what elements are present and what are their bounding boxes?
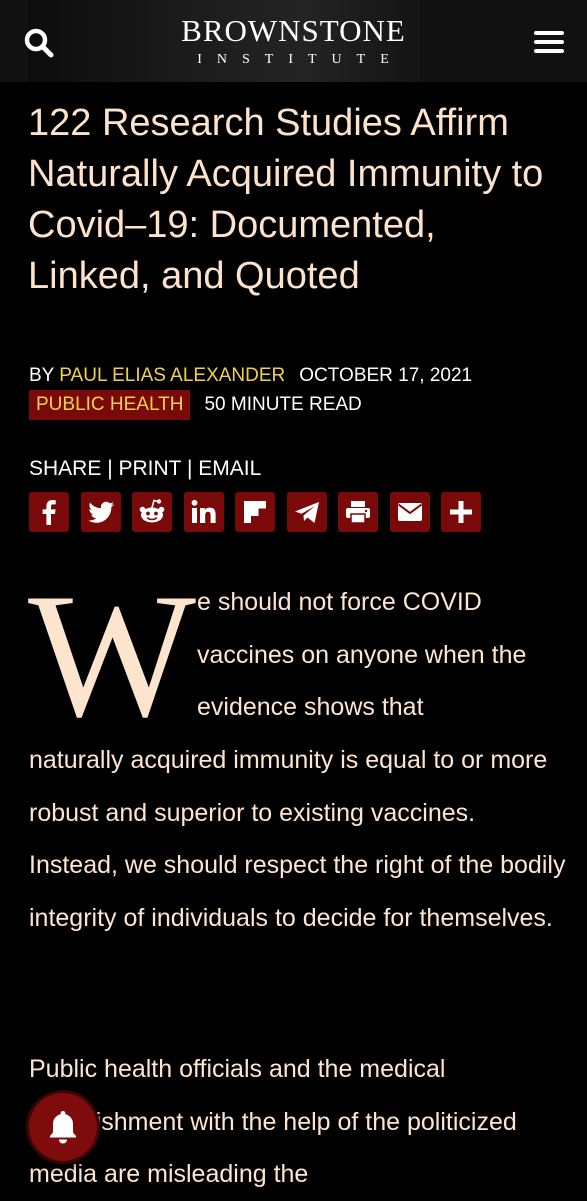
email-icon — [397, 503, 422, 521]
print-button[interactable] — [338, 492, 378, 532]
logo-sub-text: INSTITUTE — [197, 52, 404, 67]
share-link[interactable]: SHARE — [29, 457, 101, 480]
notification-bell-button[interactable] — [29, 1093, 97, 1161]
share-reddit-button[interactable] — [132, 492, 172, 532]
paragraph-2: Public health officials and the medical … — [29, 1055, 517, 1188]
author-link[interactable]: PAUL ELIAS ALEXANDER — [59, 365, 285, 386]
hamburger-menu-icon — [534, 31, 564, 53]
site-logo[interactable]: BROWNSTONE INSTITUTE — [140, 14, 447, 69]
twitter-icon — [87, 501, 114, 523]
telegram-icon — [294, 502, 319, 523]
separator: | — [101, 457, 119, 480]
paragraph-1-continued: naturally acquired immunity is equal to … — [29, 746, 566, 932]
facebook-icon — [42, 500, 56, 525]
print-icon — [346, 501, 370, 524]
more-share-button[interactable] — [441, 492, 481, 532]
share-linkedin-button[interactable] — [183, 492, 224, 532]
read-time: 50 MINUTE READ — [204, 394, 362, 415]
site-header: BROWNSTONE INSTITUTE — [0, 0, 587, 82]
menu-button[interactable] — [532, 28, 566, 56]
flipboard-icon — [244, 501, 266, 523]
drop-cap: W — [28, 556, 197, 754]
email-link[interactable]: EMAIL — [198, 457, 261, 480]
email-button[interactable] — [389, 492, 430, 532]
share-flipboard-button[interactable] — [235, 492, 275, 532]
by-label: BY — [29, 365, 60, 386]
bell-icon — [50, 1111, 76, 1144]
share-facebook-button[interactable] — [29, 492, 69, 532]
paragraph-1-opening: e should not force COVID vaccines on any… — [197, 588, 527, 721]
plus-icon — [450, 501, 472, 523]
logo-main-text: BROWNSTONE — [181, 13, 406, 48]
print-link[interactable]: PRINT — [118, 457, 181, 480]
byline: BY PAUL ELIAS ALEXANDER OCTOBER 17, 2021 — [29, 363, 472, 389]
separator: | — [181, 457, 199, 480]
search-icon — [24, 28, 54, 58]
publish-date: OCTOBER 17, 2021 — [299, 365, 473, 386]
linkedin-icon — [191, 499, 216, 523]
share-buttons — [29, 492, 493, 532]
article-meta: PUBLIC HEALTH 50 MINUTE READ — [29, 390, 362, 420]
share-twitter-button[interactable] — [80, 492, 121, 532]
share-print-email-links: SHARE | PRINT | EMAIL — [29, 455, 261, 483]
article-title: 122 Research Studies Affirm Naturally Ac… — [28, 102, 544, 297]
share-telegram-button[interactable] — [286, 492, 327, 532]
reddit-icon — [139, 499, 165, 523]
search-button[interactable] — [22, 26, 56, 60]
category-badge[interactable]: PUBLIC HEALTH — [29, 390, 191, 420]
